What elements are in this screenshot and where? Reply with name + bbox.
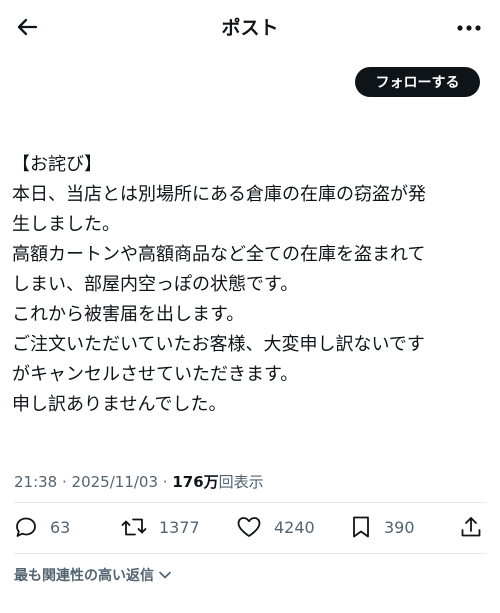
post-text-line: ご注文いただいていたお客様、大変申し訳ないです [12,334,425,355]
heart-icon [237,517,261,537]
bookmark-count: 390 [384,517,415,537]
reply-button[interactable]: 63 [14,508,70,546]
post-metadata: 21:38 · 2025/11/03 · 176万回表示 [14,470,264,494]
share-button[interactable] [459,508,483,546]
post-text-line: がキャンセルさせていただきます。 [12,364,299,385]
follow-button[interactable]: フォローする [355,67,480,97]
action-bar: 63 1377 4240 390 [0,508,500,546]
like-count: 4240 [274,517,315,537]
post-text-line: 申し訳ありませんでした。 [12,394,227,415]
post-text-line: 【お詫び】 [12,154,102,175]
chevron-down-icon [159,571,171,579]
divider [14,553,486,554]
divider [14,502,486,503]
post-date: 2025/11/03 [71,473,159,491]
more-options-button[interactable] [454,14,484,42]
post-text-line: しまい、部屋内空っぽの状態です。 [12,274,299,295]
post-text-line: 生しました。 [12,214,120,235]
share-icon [461,517,481,537]
meta-separator: · [158,473,173,491]
repost-icon [121,518,147,536]
top-bar: ポスト [0,0,500,56]
reply-count: 63 [50,517,71,537]
post-text-line: 本日、当店とは別場所にある倉庫の在庫の窃盗が発 [12,184,426,205]
repost-button[interactable]: 1377 [121,508,200,546]
reply-icon [16,517,36,537]
bookmark-icon [353,516,369,538]
post-text-line: これから被害届を出します。 [12,304,245,325]
post-text-line: 高額カートンや高額商品など全ての在庫を盗まれて [12,244,426,265]
bookmark-button[interactable]: 390 [350,508,415,546]
reply-sort-label: 最も関連性の高い返信 [14,568,154,584]
more-dots-icon [457,25,481,31]
page-title: ポスト [221,17,279,39]
repost-count: 1377 [159,517,200,537]
views-count[interactable]: 176万 [172,473,218,491]
reply-sort-dropdown[interactable]: 最も関連性の高い返信 [14,565,172,585]
post-text: 【お詫び】 本日、当店とは別場所にある倉庫の在庫の窃盗が発 生しました。 高額カ… [12,150,490,420]
like-button[interactable]: 4240 [236,508,315,546]
views-label: 回表示 [218,473,264,491]
post-time: 21:38 [14,473,58,491]
meta-separator: · [57,473,72,491]
